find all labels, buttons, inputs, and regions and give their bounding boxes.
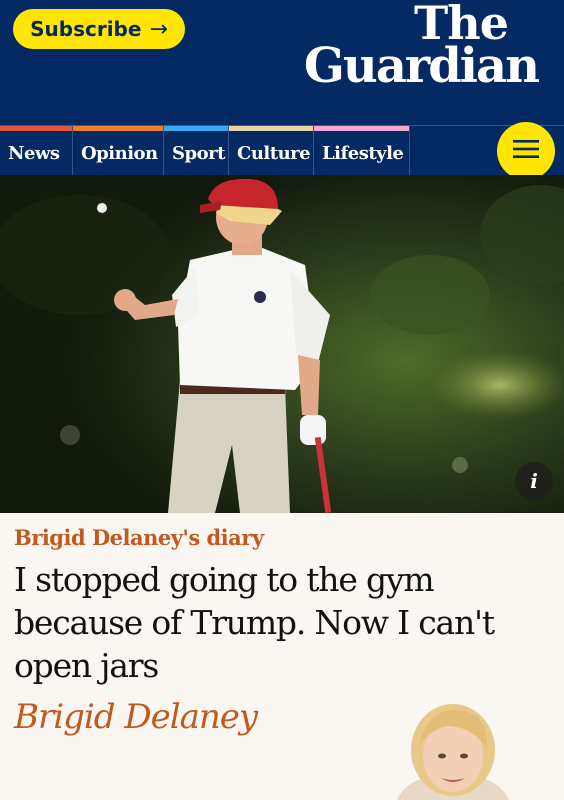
nav-item-label: Sport [172, 143, 225, 164]
series-kicker[interactable]: Brigid Delaney's diary [14, 525, 264, 550]
author-photo [397, 700, 509, 800]
nav-item-label: News [8, 143, 60, 164]
nav-color-bar [164, 126, 228, 131]
logo-line-guardian: Guardian [303, 38, 540, 95]
menu-button[interactable] [497, 122, 555, 180]
masthead: Subscribe → The Guardian [0, 0, 564, 125]
nav-color-bar [229, 126, 313, 131]
info-button[interactable]: i [515, 462, 553, 500]
nav-item-sport[interactable]: Sport [163, 126, 228, 176]
nav-color-bar [314, 126, 409, 131]
nav-item-label: Lifestyle [322, 143, 404, 164]
nav-item-label: Opinion [81, 143, 158, 164]
nav-item-opinion[interactable]: Opinion [72, 126, 163, 176]
author-byline[interactable]: Brigid Delaney [14, 697, 258, 737]
nav-item-label: Culture [237, 143, 311, 164]
guardian-logo[interactable]: The Guardian [288, 0, 540, 95]
nav-color-bar [0, 126, 72, 131]
nav-item-news[interactable]: News [0, 126, 72, 176]
section-nav: News Opinion Sport Culture Lifestyle [0, 125, 564, 176]
subscribe-label: Subscribe [30, 17, 142, 41]
hero-image [0, 175, 564, 513]
info-icon: i [530, 469, 538, 493]
hamburger-icon [513, 139, 539, 163]
article-headline: I stopped going to the gym because of Tr… [14, 560, 495, 685]
nav-item-lifestyle[interactable]: Lifestyle [313, 126, 410, 176]
nav-color-bar [73, 126, 163, 131]
arrow-right-icon: → [149, 16, 168, 42]
nav-item-culture[interactable]: Culture [228, 126, 313, 176]
subscribe-button[interactable]: Subscribe → [13, 9, 185, 49]
